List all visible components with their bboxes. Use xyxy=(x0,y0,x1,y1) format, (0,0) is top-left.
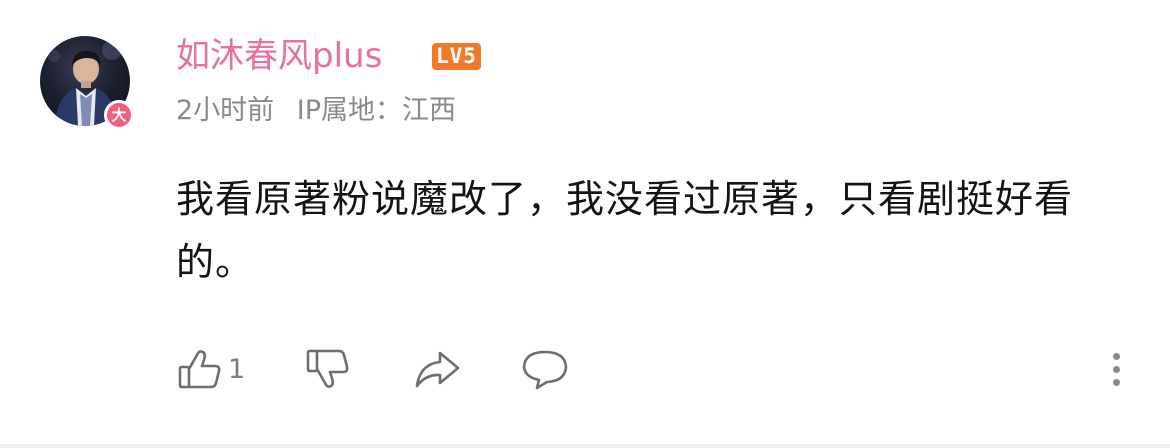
like-count: 1 xyxy=(228,353,246,385)
ip-location: IP属地：江西 xyxy=(296,95,457,126)
thumbs-down-icon xyxy=(304,345,352,393)
thumbs-up-icon xyxy=(176,345,224,393)
level-badge: LV5 xyxy=(432,43,481,70)
more-dot xyxy=(1112,378,1120,386)
like-button[interactable]: 1 xyxy=(176,342,245,396)
more-icon[interactable] xyxy=(1106,342,1126,396)
username[interactable]: 如沐春风plus xyxy=(176,32,382,80)
comment-card: 大 如沐春风plus LV5 2小时前 IP属地：江西 我看原著粉说魔改了，我没… xyxy=(0,0,1170,448)
more-dot xyxy=(1112,365,1120,373)
comment-text: 我看原著粉说魔改了，我没看过原著，只看剧挺好看的。 xyxy=(176,177,1074,284)
comment-time: 2小时前 xyxy=(176,95,275,126)
action-bar: 1 xyxy=(176,342,1126,396)
reply-button[interactable] xyxy=(520,342,570,396)
avatar-container[interactable]: 大 xyxy=(40,36,134,130)
avatar-level-badge: 大 xyxy=(104,100,134,130)
dislike-button[interactable] xyxy=(304,342,352,396)
more-dot xyxy=(1112,352,1120,360)
comment-meta: 2小时前 IP属地：江西 xyxy=(176,88,456,134)
divider xyxy=(0,444,1170,448)
share-button[interactable] xyxy=(412,342,462,396)
share-icon xyxy=(412,345,462,393)
comment-icon xyxy=(520,345,570,393)
